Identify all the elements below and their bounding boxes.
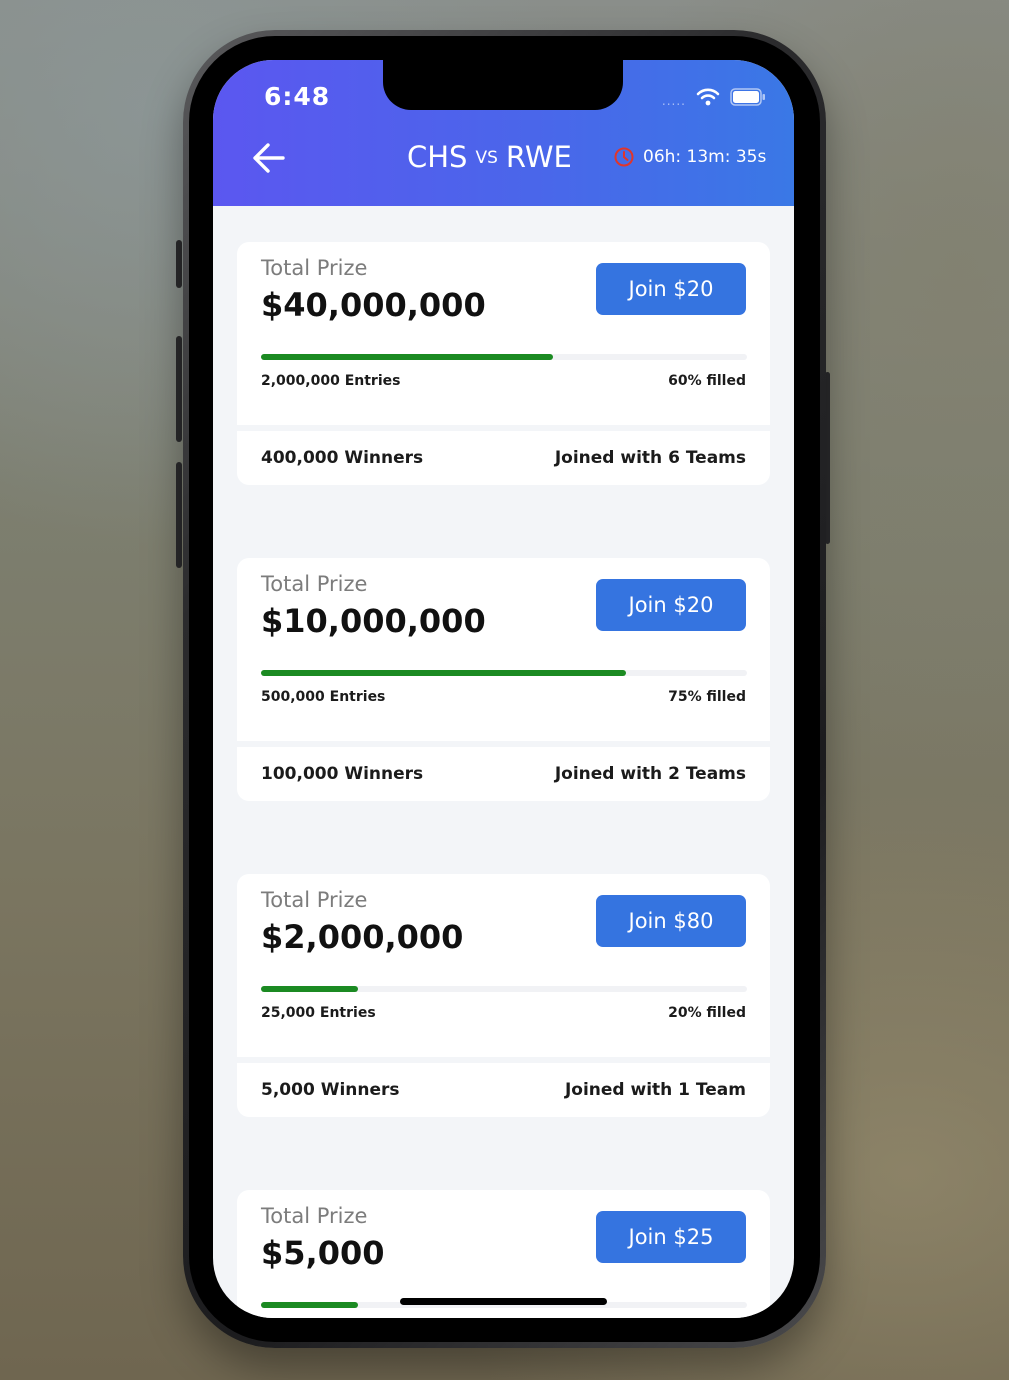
- fill-progress-bar: [261, 354, 747, 360]
- match-title: CHS VS RWE: [407, 140, 572, 174]
- volume-down-button: [176, 462, 182, 568]
- prize-amount: $10,000,000: [261, 602, 486, 640]
- versus-label: VS: [475, 148, 498, 168]
- fill-progress-bar: [261, 986, 747, 992]
- prize-label: Total Prize: [261, 572, 368, 596]
- contest-card-top: Total Prize $40,000,000 Join $20 2,000,0…: [237, 242, 770, 425]
- contest-card-top: Total Prize $2,000,000 Join $80 25,000 E…: [237, 874, 770, 1057]
- join-button[interactable]: Join $20: [596, 579, 746, 631]
- battery-icon: [730, 88, 765, 106]
- joined-teams: Joined with 2 Teams: [554, 764, 746, 784]
- clock-icon: [614, 147, 634, 167]
- prize-label: Total Prize: [261, 256, 368, 280]
- entries-count: 25,000 Entries: [261, 1005, 376, 1021]
- home-team: CHS: [407, 140, 468, 174]
- fill-progress-bar: [261, 670, 747, 676]
- signal-icon: .....: [661, 94, 686, 108]
- joined-teams: Joined with 6 Teams: [554, 448, 746, 468]
- prize-label: Total Prize: [261, 888, 368, 912]
- status-icons: .....: [662, 86, 766, 108]
- joined-teams: Joined with 1 Team: [564, 1080, 746, 1100]
- app-screen: 6:48 ..... CHS VS RWE 06h: 13m: 35s Tota…: [213, 60, 794, 1318]
- volume-up-button: [176, 336, 182, 442]
- back-arrow-icon[interactable]: [251, 140, 287, 176]
- filled-percent: 20% filled: [668, 1005, 746, 1021]
- contest-card[interactable]: Total Prize $10,000,000 Join $20 500,000…: [237, 558, 770, 801]
- entries-count: 2,000,000 Entries: [261, 373, 401, 389]
- silent-switch: [176, 240, 182, 288]
- contest-card[interactable]: Total Prize $2,000,000 Join $80 25,000 E…: [237, 874, 770, 1117]
- match-header: 6:48 ..... CHS VS RWE 06h: 13m: 35s: [213, 60, 794, 206]
- contest-list: Total Prize $40,000,000 Join $20 2,000,0…: [237, 242, 770, 1318]
- contest-card-footer: 400,000 Winners Joined with 6 Teams: [237, 431, 770, 485]
- join-button[interactable]: Join $80: [596, 895, 746, 947]
- winners-count: 100,000 Winners: [261, 764, 424, 784]
- contest-card-footer: 5,000 Winners Joined with 1 Team: [237, 1063, 770, 1117]
- prize-amount: $2,000,000: [261, 918, 464, 956]
- filled-percent: 60% filled: [668, 373, 746, 389]
- status-time: 6:48: [264, 82, 331, 111]
- fill-progress: [261, 1302, 359, 1308]
- camera-notch: [383, 60, 623, 110]
- contest-card[interactable]: Total Prize $40,000,000 Join $20 2,000,0…: [237, 242, 770, 485]
- contest-card-top: Total Prize $10,000,000 Join $20 500,000…: [237, 558, 770, 741]
- winners-count: 5,000 Winners: [261, 1080, 400, 1100]
- countdown-text: 06h: 13m: 35s: [643, 147, 767, 167]
- prize-amount: $5,000: [261, 1234, 385, 1272]
- wifi-icon: [696, 88, 720, 106]
- away-team: RWE: [505, 140, 572, 174]
- join-button[interactable]: Join $20: [596, 263, 746, 315]
- countdown-timer: 06h: 13m: 35s: [613, 146, 766, 168]
- fill-progress: [261, 986, 359, 992]
- fill-progress: [261, 354, 553, 360]
- filled-percent: 75% filled: [668, 689, 746, 705]
- entries-count: 500,000 Entries: [261, 689, 386, 705]
- contest-card-footer: 100,000 Winners Joined with 2 Teams: [237, 747, 770, 801]
- prize-label: Total Prize: [261, 1204, 368, 1228]
- prize-amount: $40,000,000: [261, 286, 486, 324]
- join-button[interactable]: Join $25: [596, 1211, 746, 1263]
- home-indicator[interactable]: [400, 1298, 607, 1305]
- winners-count: 400,000 Winners: [261, 448, 424, 468]
- fill-progress: [261, 670, 626, 676]
